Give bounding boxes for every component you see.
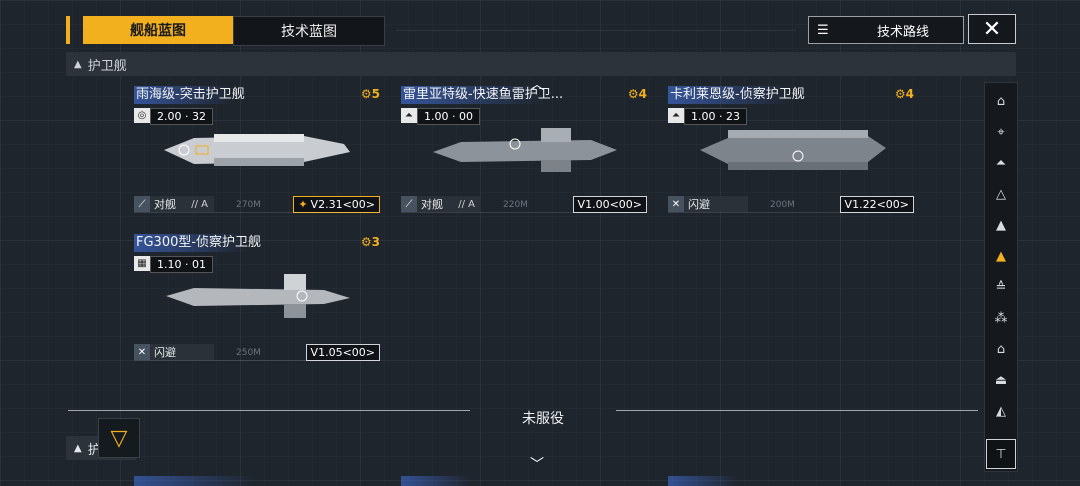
sidebar-item-frigate[interactable]: ▲ — [985, 242, 1017, 270]
version-row: ⏶ 1.00 · 23 — [668, 108, 747, 125]
scroll-down-icon[interactable]: ﹀ — [530, 454, 544, 474]
sidebar-item-other[interactable]: ◭ — [985, 397, 1017, 425]
version-row: ◎ 2.00 · 32 — [134, 108, 213, 125]
next-card-peek — [668, 476, 738, 486]
role-class: // A — [191, 198, 208, 210]
ship-silhouette — [433, 128, 617, 172]
role-label: 闪避 — [154, 346, 176, 359]
tab-accent — [66, 16, 70, 44]
ship-title: 雨海级-突击护卫舰 — [134, 86, 251, 104]
role-class: // A — [458, 198, 475, 210]
role-label: 闪避 — [688, 198, 710, 211]
sidebar-item-support[interactable]: ⌂ — [985, 335, 1017, 363]
rank-badge-icon[interactable]: ▽ — [98, 418, 140, 458]
version-tag: V1.05<00> — [305, 344, 380, 361]
version-tag: V1.00<00> — [572, 196, 647, 213]
next-card-peek — [134, 476, 254, 486]
range-text: 250M — [236, 348, 261, 358]
version-tag: ✦ V2.31<00> — [293, 196, 380, 213]
ship-silhouette — [700, 130, 886, 170]
tier-icon: ◎ — [134, 108, 150, 123]
section-label: 护卫舰 — [87, 58, 127, 74]
anti-ship-icon: ⟋ — [134, 196, 150, 212]
version-row: ⏶ 1.00 · 00 — [401, 108, 480, 125]
tech-route-button[interactable]: ☰ 技术路线 — [808, 16, 964, 44]
star-rating: ⚙4 — [627, 87, 647, 101]
role-label: 对舰 — [154, 198, 176, 211]
role-label: 对舰 — [421, 198, 443, 211]
sidebar-item-fighter[interactable]: ⁂ — [985, 304, 1017, 332]
tech-route-label: 技术路线 — [877, 24, 930, 40]
sidebar-item-corvette[interactable]: ≙ — [985, 273, 1017, 301]
ship-title: 雷里亚特级-快速鱼雷护卫... — [401, 86, 570, 104]
sidebar-item-cruiser[interactable]: ⏶ — [985, 149, 1017, 177]
tab-tech-blueprints[interactable]: 技术蓝图 — [233, 16, 385, 46]
star-rating: ⚙4 — [894, 87, 914, 101]
card-underline — [401, 212, 647, 213]
version-row: ▦ 1.10 · 01 — [134, 256, 213, 273]
sidebar-item-escort[interactable]: ▲ — [985, 211, 1017, 239]
version-tag: V1.22<00> — [839, 196, 914, 213]
status-divider-label: 未服役 — [522, 411, 564, 427]
upgrade-icon: ✦ — [298, 198, 308, 211]
role-indicator: ✕ 闪避 — [134, 344, 214, 360]
tier-icon: ⏶ — [668, 108, 684, 123]
tab-ship-blueprints[interactable]: 舰船蓝图 — [83, 16, 233, 44]
close-button[interactable]: ✕ — [968, 14, 1016, 44]
divider-line-right — [616, 410, 978, 411]
next-card-peek — [401, 476, 471, 486]
evasion-icon: ✕ — [134, 344, 150, 360]
tier-icon: ▦ — [134, 256, 150, 271]
ship-card[interactable]: 雷里亚特级-快速鱼雷护卫... ⚙4 ⏶ 1.00 · 00 ⟋ 对舰 // A… — [401, 86, 647, 214]
ship-card[interactable]: FG300型-侦察护卫舰 ⚙3 ▦ 1.10 · 01 ✕ 闪避 250M V1… — [134, 234, 380, 362]
evasion-icon: ✕ — [668, 196, 684, 212]
section-header-frigate[interactable]: ▲ 护卫舰 — [66, 52, 1016, 76]
topbar-line — [396, 30, 796, 31]
ship-silhouette — [164, 134, 350, 166]
filter-icon[interactable]: ⊤ — [986, 439, 1016, 469]
ship-title: FG300型-侦察护卫舰 — [134, 234, 268, 252]
card-underline — [134, 212, 380, 213]
collapse-icon: ▲ — [74, 442, 82, 454]
sidebar-item-battleship[interactable]: ⌖ — [985, 118, 1017, 146]
ship-type-sidebar: ⌂ ⌖ ⏶ △ ▲ ▲ ≙ ⁂ ⌂ ⏏ ◭ ⊤ — [984, 82, 1018, 472]
anti-ship-icon: ⟋ — [401, 196, 417, 212]
sidebar-item-auxiliary[interactable]: ⏏ — [985, 366, 1017, 394]
sidebar-item-carrier[interactable]: ⌂ — [985, 87, 1017, 115]
sidebar-item-destroyer[interactable]: △ — [985, 180, 1017, 208]
range-text: 200M — [770, 200, 795, 210]
ship-card[interactable]: 雨海级-突击护卫舰 ⚙5 ◎ 2.00 · 32 ⟋ 对舰 // A 270M … — [134, 86, 380, 214]
role-indicator: ⟋ 对舰 // A — [134, 196, 214, 212]
collapse-icon: ▲ — [74, 58, 82, 70]
tier-icon: ⏶ — [401, 108, 417, 123]
star-rating: ⚙3 — [360, 235, 380, 249]
star-rating: ⚙5 — [360, 87, 380, 101]
top-bar: 舰船蓝图 技术蓝图 ☰ 技术路线 ✕ — [66, 14, 1016, 46]
ship-card[interactable]: 卡利莱恩级-侦察护卫舰 ⚙4 ⏶ 1.00 · 23 ✕ 闪避 200M V1.… — [668, 86, 914, 214]
divider-line-left — [68, 410, 470, 411]
role-indicator: ✕ 闪避 — [668, 196, 748, 212]
ship-title: 卡利莱恩级-侦察护卫舰 — [668, 86, 811, 104]
range-text: 220M — [503, 200, 528, 210]
card-underline — [134, 360, 380, 361]
list-icon: ☰ — [817, 22, 829, 38]
card-underline — [668, 212, 914, 213]
role-indicator: ⟋ 对舰 // A — [401, 196, 481, 212]
ship-silhouette — [166, 274, 350, 318]
range-text: 270M — [236, 200, 261, 210]
